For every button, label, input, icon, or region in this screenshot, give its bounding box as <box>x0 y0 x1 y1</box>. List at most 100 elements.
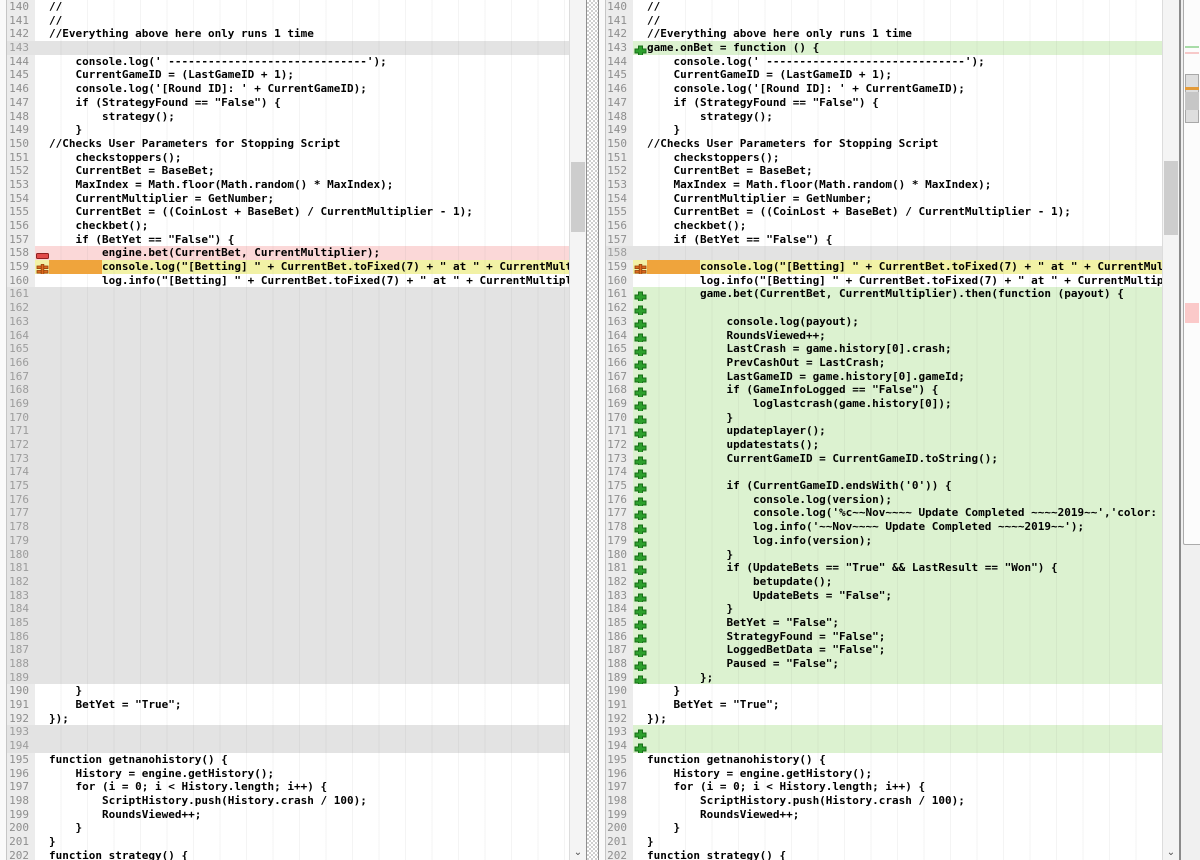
code-line[interactable]: 163 console.log(payout); <box>606 315 1162 329</box>
code-line[interactable]: 144 console.log(' ----------------------… <box>606 55 1162 69</box>
code-line[interactable]: 157 if (BetYet == "False") { <box>7 233 569 247</box>
code-line[interactable]: 175 if (CurrentGameID.endsWith('0')) { <box>606 479 1162 493</box>
code-line[interactable]: 140// <box>606 0 1162 14</box>
code-line[interactable]: 184 <box>7 602 569 616</box>
code-line[interactable]: 177 <box>7 506 569 520</box>
code-line[interactable]: 167 LastGameID = game.history[0].gameId; <box>606 370 1162 384</box>
code-line[interactable]: 172 updatestats(); <box>606 438 1162 452</box>
code-line[interactable]: 150//Checks User Parameters for Stopping… <box>606 137 1162 151</box>
code-line[interactable]: 151 checkstoppers(); <box>7 151 569 165</box>
code-line[interactable]: 166 PrevCashOut = LastCrash; <box>606 356 1162 370</box>
code-line[interactable]: 181 if (UpdateBets == "True" && LastResu… <box>606 561 1162 575</box>
code-line[interactable]: 149 } <box>7 123 569 137</box>
code-line[interactable]: 169 <box>7 397 569 411</box>
right-vertical-scrollbar[interactable]: ⌄ <box>1162 0 1179 860</box>
code-line[interactable]: 173 CurrentGameID = CurrentGameID.toStri… <box>606 452 1162 466</box>
code-line[interactable]: 141// <box>606 14 1162 28</box>
code-line[interactable]: 192}); <box>7 712 569 726</box>
code-line[interactable]: 170 } <box>606 411 1162 425</box>
code-line[interactable]: 160 log.info("[Betting] " + CurrentBet.t… <box>606 274 1162 288</box>
code-line[interactable]: 161 game.bet(CurrentBet, CurrentMultipli… <box>606 287 1162 301</box>
code-line[interactable]: 142//Everything above here only runs 1 t… <box>606 27 1162 41</box>
code-line[interactable]: 173 <box>7 452 569 466</box>
code-line[interactable]: 179 <box>7 534 569 548</box>
code-line[interactable]: 190 } <box>606 684 1162 698</box>
code-line[interactable]: 171 <box>7 424 569 438</box>
code-line[interactable]: 150//Checks User Parameters for Stopping… <box>7 137 569 151</box>
code-line[interactable]: 147 if (StrategyFound == "False") { <box>7 96 569 110</box>
code-line[interactable]: 200 } <box>606 821 1162 835</box>
code-line[interactable]: 199 RoundsViewed++; <box>606 808 1162 822</box>
code-line[interactable]: 193 <box>7 725 569 739</box>
code-line[interactable]: 165 LastCrash = game.history[0].crash; <box>606 342 1162 356</box>
code-line[interactable]: 182 betupdate(); <box>606 575 1162 589</box>
code-line[interactable]: 185 BetYet = "False"; <box>606 616 1162 630</box>
code-line[interactable]: 201} <box>606 835 1162 849</box>
code-line[interactable]: 146 console.log('[Round ID]: ' + Current… <box>606 82 1162 96</box>
code-line[interactable]: 143game.onBet = function () { <box>606 41 1162 55</box>
code-line[interactable]: 195function getnanohistory() { <box>7 753 569 767</box>
code-line[interactable]: 180 <box>7 548 569 562</box>
code-line[interactable]: 152 CurrentBet = BaseBet; <box>606 164 1162 178</box>
code-line[interactable]: 194 <box>606 739 1162 753</box>
code-line[interactable]: 188 Paused = "False"; <box>606 657 1162 671</box>
code-line[interactable]: 168 if (GameInfoLogged == "False") { <box>606 383 1162 397</box>
code-line[interactable]: 151 checkstoppers(); <box>606 151 1162 165</box>
code-line[interactable]: 156 checkbet(); <box>606 219 1162 233</box>
code-line[interactable]: 155 CurrentBet = ((CoinLost + BaseBet) /… <box>606 205 1162 219</box>
code-line[interactable]: 179 log.info(version); <box>606 534 1162 548</box>
code-line[interactable]: 159 console.log("[Betting] " + CurrentBe… <box>7 260 569 274</box>
code-line[interactable]: 148 strategy(); <box>606 110 1162 124</box>
code-line[interactable]: 164 RoundsViewed++; <box>606 329 1162 343</box>
code-line[interactable]: 176 <box>7 493 569 507</box>
code-line[interactable]: 200 } <box>7 821 569 835</box>
left-vertical-scrollbar[interactable]: ⌄ <box>569 0 586 860</box>
code-line[interactable]: 147 if (StrategyFound == "False") { <box>606 96 1162 110</box>
code-line[interactable]: 190 } <box>7 684 569 698</box>
code-line[interactable]: 197 for (i = 0; i < History.length; i++)… <box>7 780 569 794</box>
code-line[interactable]: 152 CurrentBet = BaseBet; <box>7 164 569 178</box>
code-line[interactable]: 183 UpdateBets = "False"; <box>606 589 1162 603</box>
code-line[interactable]: 140// <box>7 0 569 14</box>
code-line[interactable]: 141// <box>7 14 569 28</box>
code-line[interactable]: 163 <box>7 315 569 329</box>
pane-splitter[interactable] <box>586 0 599 860</box>
code-line[interactable]: 155 CurrentBet = ((CoinLost + BaseBet) /… <box>7 205 569 219</box>
code-line[interactable]: 191 BetYet = "True"; <box>7 698 569 712</box>
code-line[interactable]: 184 } <box>606 602 1162 616</box>
code-line[interactable]: 174 <box>606 465 1162 479</box>
code-line[interactable]: 156 checkbet(); <box>7 219 569 233</box>
code-line[interactable]: 178 log.info('~~Nov~~~~ Update Completed… <box>606 520 1162 534</box>
code-line[interactable]: 167 <box>7 370 569 384</box>
code-line[interactable]: 153 MaxIndex = Math.floor(Math.random() … <box>606 178 1162 192</box>
code-line[interactable]: 164 <box>7 329 569 343</box>
code-line[interactable]: 202function strategy() { <box>7 849 569 860</box>
code-line[interactable]: 149 } <box>606 123 1162 137</box>
code-line[interactable]: 177 console.log('%c~~Nov~~~~ Update Comp… <box>606 506 1162 520</box>
code-line[interactable]: 142//Everything above here only runs 1 t… <box>7 27 569 41</box>
code-line[interactable]: 158 <box>606 246 1162 260</box>
code-line[interactable]: 185 <box>7 616 569 630</box>
code-line[interactable]: 199 RoundsViewed++; <box>7 808 569 822</box>
code-line[interactable]: 166 <box>7 356 569 370</box>
code-line[interactable]: 154 CurrentMultiplier = GetNumber; <box>606 192 1162 206</box>
code-line[interactable]: 148 strategy(); <box>7 110 569 124</box>
code-line[interactable]: 188 <box>7 657 569 671</box>
code-line[interactable]: 158 engine.bet(CurrentBet, CurrentMultip… <box>7 246 569 260</box>
code-line[interactable]: 180 } <box>606 548 1162 562</box>
code-line[interactable]: 169 loglastcrash(game.history[0]); <box>606 397 1162 411</box>
code-line[interactable]: 145 CurrentGameID = (LastGameID + 1); <box>7 68 569 82</box>
code-line[interactable]: 171 updateplayer(); <box>606 424 1162 438</box>
code-line[interactable]: 165 <box>7 342 569 356</box>
code-line[interactable]: 159 console.log("[Betting] " + CurrentBe… <box>606 260 1162 274</box>
code-line[interactable]: 201} <box>7 835 569 849</box>
code-line[interactable]: 196 History = engine.getHistory(); <box>7 767 569 781</box>
right-scrollbar-thumb[interactable] <box>1164 161 1178 235</box>
code-line[interactable]: 187 <box>7 643 569 657</box>
location-map-pane[interactable] <box>1183 0 1200 545</box>
code-line[interactable]: 182 <box>7 575 569 589</box>
code-line[interactable]: 198 ScriptHistory.push(History.crash / 1… <box>606 794 1162 808</box>
code-line[interactable]: 181 <box>7 561 569 575</box>
left-scrollbar-thumb[interactable] <box>571 162 585 232</box>
code-line[interactable]: 143 <box>7 41 569 55</box>
